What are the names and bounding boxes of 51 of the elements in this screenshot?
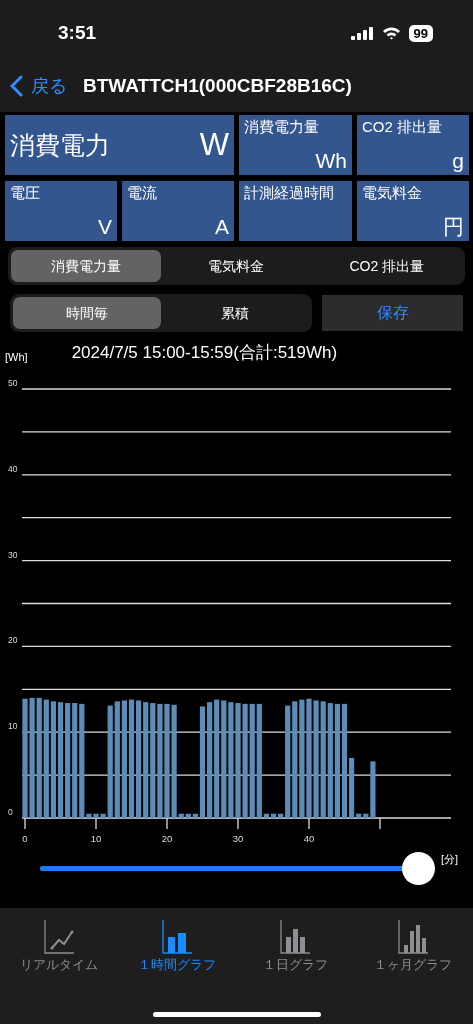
- tile-label: 消費電力: [10, 129, 110, 161]
- home-indicator[interactable]: [152, 1011, 321, 1017]
- range-slider[interactable]: [40, 851, 436, 886]
- axis-tick-label: 30: [232, 832, 244, 844]
- axis-tick-label: 20: [161, 832, 173, 844]
- axis-tick-label: 40: [303, 832, 315, 844]
- unit-label: Wh: [315, 147, 347, 173]
- segment-tab[interactable]: CO2 排出量: [311, 250, 462, 282]
- bar-chart-icon: [279, 920, 311, 954]
- tab-bar-item[interactable]: １時間グラフ: [118, 908, 236, 976]
- segment-tab[interactable]: 累積: [161, 297, 309, 329]
- segment-tab[interactable]: 電気料金: [161, 250, 312, 282]
- tab-bar-item[interactable]: １ヶ月グラフ: [354, 908, 472, 976]
- chart-title: 2024/7/5 15:00-15:59(合計:519Wh): [71, 342, 338, 364]
- axis-tick-label: 10: [90, 832, 102, 844]
- unit-label: A: [215, 213, 229, 239]
- tile-label: 計測経過時間: [244, 183, 335, 203]
- unit-label: V: [98, 213, 112, 239]
- axis-unit-label: [分]: [441, 852, 459, 868]
- axis-tick-label: 10: [8, 720, 18, 731]
- axis-tick-label: 30: [8, 549, 18, 560]
- axis-unit-label: [Wh]: [5, 350, 28, 365]
- axis-tick-label: 0: [22, 832, 28, 844]
- back-chevron-icon: [10, 75, 23, 97]
- tab-bar-item[interactable]: リアルタイム: [0, 908, 118, 976]
- tab-bar-item[interactable]: １日グラフ: [236, 908, 354, 976]
- tile-label: 電圧: [10, 183, 41, 203]
- bar-chart-icon: [397, 920, 429, 954]
- clock-time: 3:51: [58, 20, 97, 45]
- segment-tab[interactable]: 消費電力量: [11, 250, 162, 282]
- wifi-icon: [381, 26, 401, 40]
- save-button[interactable]: 保存: [322, 295, 463, 331]
- signal-icon: [350, 26, 374, 40]
- unit-label: g: [452, 147, 464, 173]
- axis-tick-label: 40: [8, 463, 18, 474]
- bar-chart-icon: [161, 920, 193, 954]
- slider-thumb[interactable]: [402, 852, 435, 885]
- tile-label: 電気料金: [362, 183, 423, 203]
- unit-label: W: [199, 126, 229, 164]
- back-button[interactable]: 戻る: [10, 72, 67, 100]
- segment-tab[interactable]: 時間毎: [13, 297, 161, 329]
- unit-label: 円: [443, 213, 464, 239]
- battery-level: 99: [408, 24, 433, 42]
- tile-label: CO2 排出量: [362, 117, 443, 137]
- tile-label: 消費電力量: [244, 117, 320, 137]
- axis-tick-label: 50: [8, 377, 18, 388]
- screen-title: BTWATTCH1(000CBF28B16C): [83, 73, 352, 98]
- tile-label: 電流: [127, 183, 158, 203]
- line-chart-icon: [43, 920, 75, 954]
- axis-tick-label: 0: [8, 806, 13, 817]
- axis-tick-label: 20: [8, 634, 18, 645]
